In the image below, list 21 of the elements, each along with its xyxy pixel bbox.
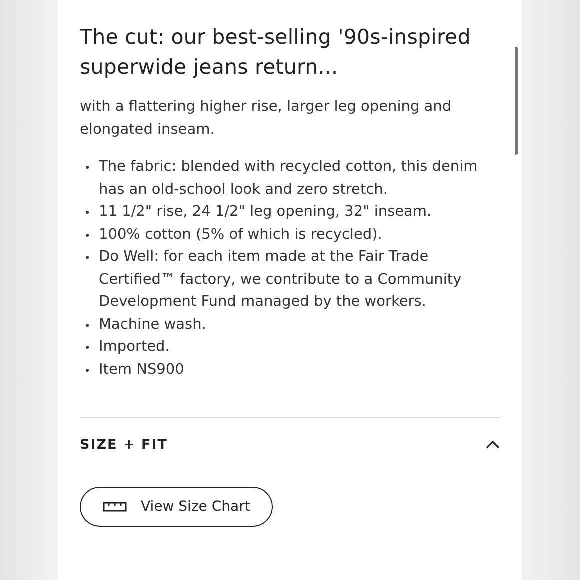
bullet-icon xyxy=(86,234,89,236)
description-text: with a flattering higher rise, larger leg opening and elongated inseam. xyxy=(80,98,453,140)
bullet-text: The fabric: blended with recycled cotton, this denim has an old-school look and zero stretch. xyxy=(99,158,479,200)
section-title: SIZE + FIT xyxy=(80,437,168,453)
scrollbar[interactable] xyxy=(515,47,518,155)
bullet-text: Do Well: for each item made at the Fair Trade Certified™ factory, we contribute to a Community Development Fund managed by the workers. xyxy=(99,248,463,312)
ruler-icon xyxy=(103,502,127,512)
bullet-icon xyxy=(86,166,89,169)
bullet-icon xyxy=(86,211,89,214)
bullet-icon xyxy=(86,256,89,259)
bullet-icon xyxy=(86,346,89,349)
product-heading: The cut: our best-selling '90s-inspired superwide jeans return... xyxy=(80,24,472,81)
size-chart-button[interactable]: View Size Chart xyxy=(80,487,274,527)
bullet-text: 11 1/2" rise, 24 1/2" leg opening, 32" inseam. xyxy=(99,203,432,222)
bullet-icon xyxy=(86,368,89,372)
bullet-icon xyxy=(86,324,89,326)
bullet-text: Item NS900 xyxy=(99,360,184,380)
bullet-text: Imported. xyxy=(99,338,170,357)
chevron-icon[interactable] xyxy=(485,439,501,451)
bullet-text: 100% cotton (5% of which is recycled). xyxy=(99,226,382,244)
bullet-text: Machine wash. xyxy=(99,316,206,334)
